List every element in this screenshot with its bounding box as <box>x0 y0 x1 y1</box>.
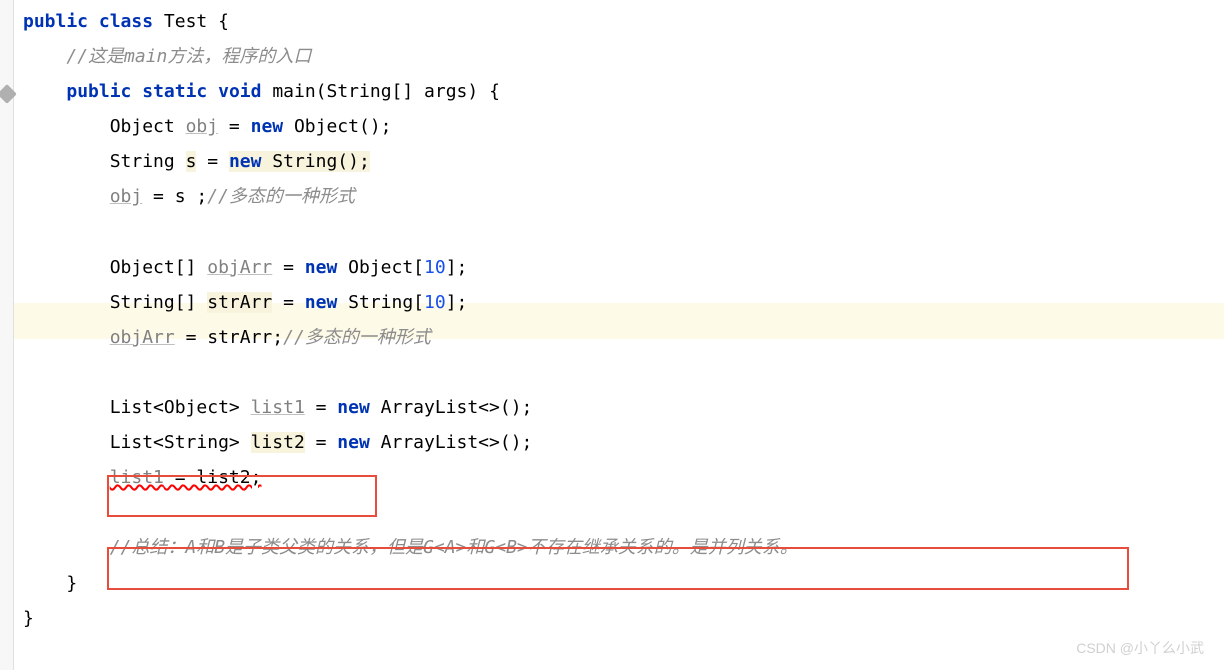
close-brace: } <box>23 608 34 629</box>
type: Object[] <box>110 257 197 278</box>
keyword: new <box>305 292 338 313</box>
keyword: new <box>337 397 370 418</box>
code-line[interactable]: } <box>23 601 1224 636</box>
code-line[interactable] <box>23 355 1224 390</box>
bracket: ]; <box>446 292 468 313</box>
variable: objArr <box>110 327 175 348</box>
class-name: Test <box>164 11 207 32</box>
ctor-call: Object(); <box>283 116 391 137</box>
code-line[interactable]: objArr = strArr;//多态的一种形式 <box>23 320 1224 355</box>
watermark: CSDN @小丫么小武 <box>1076 635 1204 662</box>
code-editor[interactable]: public class Test { //这是main方法，程序的入口 pub… <box>0 0 1224 636</box>
code-line[interactable]: Object[] objArr = new Object[10]; <box>23 250 1224 285</box>
code-line[interactable]: String s = new String(); <box>23 144 1224 179</box>
keyword: void <box>218 81 261 102</box>
code-line[interactable]: //总结：A和B是子类父类的关系，但是G<A>和G<B>不存在继承关系的。是并列… <box>23 530 1224 565</box>
keyword: new <box>337 432 370 453</box>
type: String[] <box>110 292 197 313</box>
assignment: = strArr; <box>175 327 283 348</box>
variable: list1 <box>251 397 305 418</box>
keyword: new <box>229 151 262 172</box>
comment: //总结：A和B是子类父类的关系，但是G<A>和G<B>不存在继承关系的。是并列… <box>110 537 798 558</box>
variable: strArr <box>207 292 272 313</box>
ctor-call: Object[ <box>337 257 424 278</box>
number-literal: 10 <box>424 292 446 313</box>
keyword: new <box>251 116 284 137</box>
comment: //多态的一种形式 <box>283 327 431 348</box>
code-line[interactable]: Object obj = new Object(); <box>23 109 1224 144</box>
code-line[interactable]: } <box>23 566 1224 601</box>
type: List<Object> <box>110 397 240 418</box>
variable: obj <box>110 186 143 207</box>
equals: = <box>305 397 338 418</box>
code-line[interactable] <box>23 495 1224 530</box>
variable: s <box>186 151 197 172</box>
code-line[interactable]: List<Object> list1 = new ArrayList<>(); <box>23 390 1224 425</box>
equals: = <box>196 151 229 172</box>
code-line[interactable]: String[] strArr = new String[10]; <box>23 285 1224 320</box>
comment: //多态的一种形式 <box>207 186 355 207</box>
variable-error: list1 <box>110 467 164 488</box>
code-line[interactable]: list1 = list2; <box>23 460 1224 495</box>
type: Object <box>110 116 175 137</box>
code-line[interactable]: public class Test { <box>23 4 1224 39</box>
bracket: ]; <box>446 257 468 278</box>
ctor-call: String(); <box>261 151 369 172</box>
keyword: class <box>99 11 153 32</box>
number-literal: 10 <box>424 257 446 278</box>
code-line[interactable]: obj = s ;//多态的一种形式 <box>23 179 1224 214</box>
code-line[interactable]: public static void main(String[] args) { <box>23 74 1224 109</box>
keyword: public <box>23 11 88 32</box>
code-line[interactable]: //这是main方法，程序的入口 <box>23 39 1224 74</box>
variable: obj <box>186 116 219 137</box>
equals: = <box>272 257 305 278</box>
ctor-call: ArrayList<>(); <box>370 432 533 453</box>
ctor-call: String[ <box>337 292 424 313</box>
code-line[interactable]: List<String> list2 = new ArrayList<>(); <box>23 425 1224 460</box>
equals: = <box>305 432 338 453</box>
keyword: static <box>142 81 207 102</box>
type: List<String> <box>110 432 240 453</box>
variable: list2 <box>251 432 305 453</box>
code-line[interactable] <box>23 215 1224 250</box>
assignment-error: = list2; <box>164 467 262 488</box>
brace: { <box>207 11 229 32</box>
keyword: new <box>305 257 338 278</box>
close-brace: } <box>66 573 77 594</box>
params: (String[] args) { <box>316 81 500 102</box>
type: String <box>110 151 175 172</box>
equals: = <box>218 116 251 137</box>
comment: //这是main方法，程序的入口 <box>66 46 311 67</box>
ctor-call: ArrayList<>(); <box>370 397 533 418</box>
editor-gutter <box>0 0 14 670</box>
variable: objArr <box>207 257 272 278</box>
assignment: = s ; <box>142 186 207 207</box>
keyword: public <box>66 81 131 102</box>
equals: = <box>272 292 305 313</box>
method-name: main <box>272 81 315 102</box>
